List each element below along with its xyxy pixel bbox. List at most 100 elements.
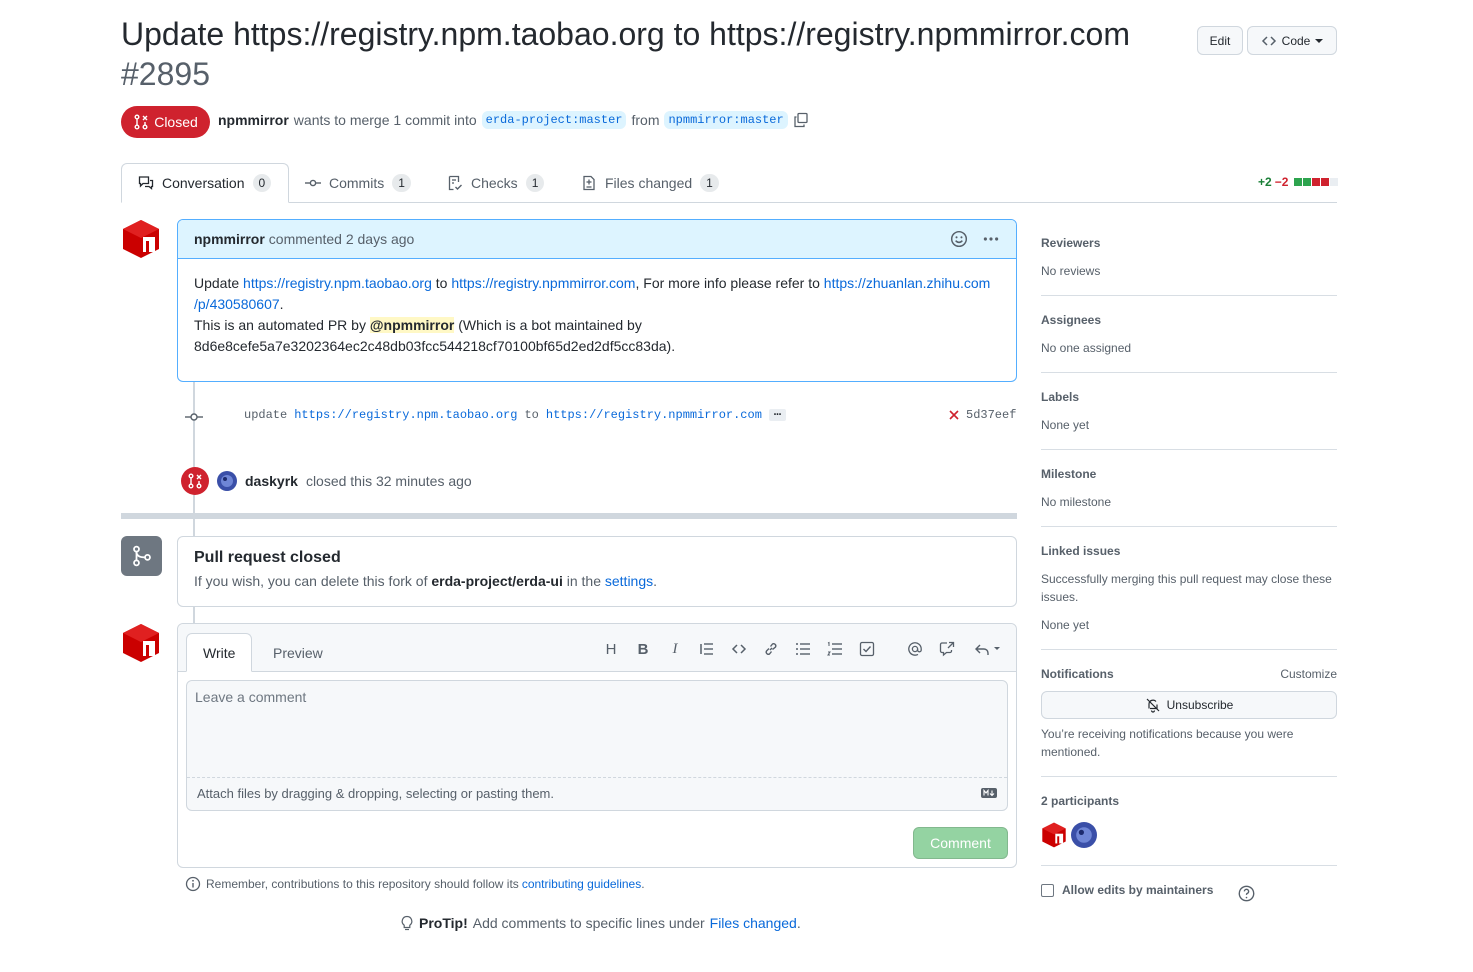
link-icon[interactable]: [761, 639, 781, 659]
closed-by-user[interactable]: daskyrk: [245, 473, 298, 489]
pr-title-text: Update https://registry.npm.taobao.org t…: [121, 16, 1130, 52]
copy-icon[interactable]: [793, 112, 809, 128]
x-icon[interactable]: [948, 409, 960, 421]
settings-link[interactable]: settings: [605, 573, 653, 589]
avatar[interactable]: [1041, 822, 1067, 848]
kebab-horizontal-icon[interactable]: [982, 230, 1000, 248]
pr-closed-desc: If you wish, you can delete this fork of…: [194, 573, 1000, 589]
comment-link[interactable]: https://registry.npmmirror.com: [451, 275, 635, 291]
comment-button[interactable]: Comment: [913, 827, 1008, 859]
pr-author-link[interactable]: npmmirror: [218, 112, 289, 128]
markdown-icon[interactable]: [981, 788, 997, 798]
comment-text: (Which is a bot maintained by: [458, 317, 642, 333]
tab-commits[interactable]: Commits 1: [289, 163, 427, 203]
timeline-line: [193, 607, 195, 623]
pr-closed-title: Pull request closed: [194, 549, 341, 566]
sidebar-assignees[interactable]: Assignees No one assigned: [1041, 313, 1337, 373]
timeline-line: [193, 519, 195, 536]
tab-write[interactable]: Write: [186, 633, 253, 672]
tab-checks[interactable]: Checks 1: [431, 163, 560, 203]
code-button[interactable]: Code: [1247, 26, 1337, 55]
expand-commit-button[interactable]: …: [768, 406, 787, 421]
ordered-list-icon[interactable]: [825, 639, 845, 659]
files-changed-link[interactable]: Files changed: [710, 915, 797, 931]
allow-edits-row: Allow edits by maintainers: [1041, 883, 1213, 897]
checklist-icon: [447, 175, 463, 191]
avatar[interactable]: [121, 219, 161, 259]
tab-counter: 1: [700, 174, 719, 192]
tasklist-icon[interactable]: [857, 639, 877, 659]
italic-icon[interactable]: I: [665, 639, 685, 659]
sidebar-heading: Milestone: [1041, 467, 1097, 481]
pr-closed-icon: [133, 114, 149, 130]
file-diff-icon: [581, 175, 597, 191]
comment-time[interactable]: commented 2 days ago: [269, 231, 415, 247]
composer-toolbar: Write Preview H B I: [178, 624, 1016, 672]
sidebar-labels[interactable]: Labels None yet: [1041, 390, 1337, 450]
commit-text: to: [524, 408, 539, 422]
reply-icon[interactable]: [973, 639, 1003, 659]
customize-link[interactable]: Customize: [1280, 667, 1337, 681]
tab-preview[interactable]: Preview: [257, 633, 339, 672]
comment-text: , For more info please refer to: [635, 275, 820, 291]
contributing-guidelines-link[interactable]: contributing guidelines: [522, 877, 641, 891]
merge-text: wants to merge 1 commit into: [293, 112, 477, 128]
allow-edits-checkbox[interactable]: [1041, 883, 1054, 897]
comment-line: Update https://registry.npm.taobao.org t…: [194, 273, 1000, 315]
unsubscribe-button[interactable]: Unsubscribe: [1041, 691, 1337, 719]
tab-conversation[interactable]: Conversation 0: [121, 163, 289, 203]
edit-button[interactable]: Edit: [1197, 26, 1243, 55]
avatar[interactable]: [1071, 822, 1097, 848]
user-mention[interactable]: @npmmirror: [369, 317, 455, 333]
mention-icon[interactable]: [905, 639, 925, 659]
diffstat-block-added: [1303, 178, 1312, 186]
sidebar-value: No one assigned: [1041, 341, 1132, 355]
timeline-end-divider: [121, 513, 1017, 519]
comment-link[interactable]: https://registry.npm.taobao.org: [243, 275, 432, 291]
comment-link[interactable]: https://zhuanlan.zhihu.com: [824, 275, 991, 291]
bold-icon[interactable]: B: [633, 639, 653, 659]
sidebar-value: None yet: [1041, 618, 1090, 632]
quote-icon[interactable]: [697, 639, 717, 659]
diffstat-block-removed: [1312, 178, 1321, 186]
diffstat: +2 −2: [1258, 175, 1339, 189]
from-text: from: [631, 112, 660, 128]
unordered-list-icon[interactable]: [793, 639, 813, 659]
bell-slash-icon: [1145, 697, 1161, 713]
comment-textarea[interactable]: [187, 681, 1007, 778]
pr-meta: npmmirror wants to merge 1 commit into e…: [218, 111, 809, 129]
sidebar-reviewers[interactable]: Reviewers No reviews: [1041, 236, 1337, 296]
avatar[interactable]: [217, 471, 237, 491]
pr-closed-text: .: [653, 573, 658, 589]
base-branch[interactable]: erda-project:master: [481, 111, 627, 129]
head-branch[interactable]: npmmirror:master: [664, 111, 788, 129]
protip: ProTip! Add comments to specific lines u…: [400, 915, 801, 931]
heading-icon[interactable]: H: [601, 639, 621, 659]
sidebar-linked-issues[interactable]: Linked issues Successfully merging this …: [1041, 544, 1337, 650]
closed-event-text[interactable]: closed this 32 minutes ago: [306, 473, 472, 489]
smiley-icon[interactable]: [950, 230, 968, 248]
comment-author[interactable]: npmmirror: [194, 231, 265, 247]
commit-sha-link[interactable]: 5d37eef: [966, 408, 1016, 422]
tab-label: Conversation: [162, 175, 245, 191]
cross-reference-icon[interactable]: [937, 639, 957, 659]
sidebar-milestone[interactable]: Milestone No milestone: [1041, 467, 1337, 527]
comment-line: This is an automated PR by @npmmirror (W…: [194, 315, 1000, 336]
page-title: Update https://registry.npm.taobao.org t…: [121, 14, 1161, 94]
sidebar-value: No reviews: [1041, 264, 1101, 278]
avatar[interactable]: [121, 623, 161, 663]
comment-link[interactable]: /p/430580607: [194, 296, 280, 312]
code-icon[interactable]: [729, 639, 749, 659]
tab-files-changed[interactable]: Files changed 1: [565, 163, 735, 203]
pr-number: #2895: [121, 56, 210, 92]
commit-link[interactable]: https://registry.npm.taobao.org: [294, 408, 517, 422]
sidebar-heading: Notifications: [1041, 667, 1114, 681]
participant-avatars: [1041, 822, 1337, 848]
attach-files-hint[interactable]: Attach files by dragging & dropping, sel…: [197, 786, 554, 801]
allow-edits-label[interactable]: Allow edits by maintainers: [1062, 883, 1213, 897]
comment-actions: [950, 230, 1000, 248]
caret-down-icon: [1315, 37, 1324, 45]
diffstat-blocks: [1294, 178, 1339, 186]
question-icon[interactable]: [1238, 885, 1255, 902]
commit-link[interactable]: https://registry.npmmirror.com: [546, 408, 762, 422]
